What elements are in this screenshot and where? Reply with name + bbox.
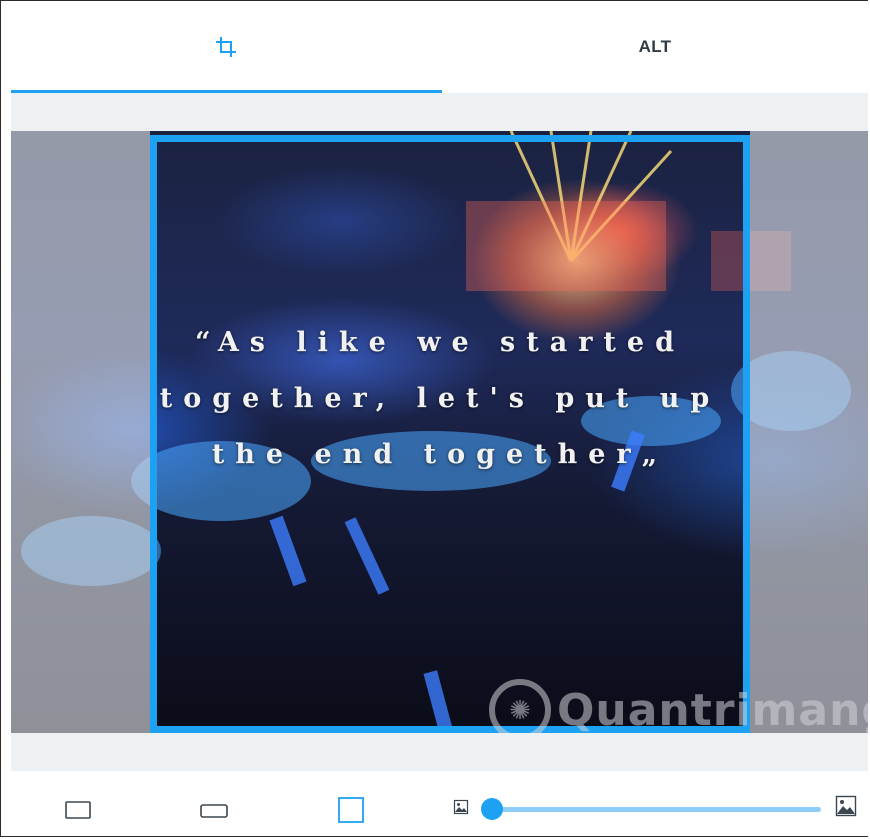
watermark: ✺ Quantrimang (489, 679, 868, 733)
stage-padding-top (11, 93, 868, 131)
crop-toolbar (1, 771, 868, 836)
zoom-slider-track[interactable] (491, 807, 821, 812)
image-large-icon (835, 795, 857, 817)
watermark-logo-icon: ✺ (489, 679, 551, 733)
aspect-original-button[interactable] (61, 793, 95, 827)
stage-padding-bottom (11, 733, 868, 771)
crop-icon (216, 37, 236, 57)
tab-bar: ALT (1, 1, 868, 93)
tab-alt[interactable]: ALT (441, 1, 868, 93)
aspect-square-icon (338, 797, 364, 823)
media-edit-dialog: ALT “As like we started together, let's … (0, 0, 868, 837)
tab-crop[interactable] (11, 1, 441, 93)
aspect-square-button[interactable] (334, 793, 368, 827)
crop-selection-box[interactable] (150, 135, 750, 733)
watermark-text: Quantrimang (557, 684, 868, 734)
crop-mask-left (11, 131, 150, 733)
crop-mask-right (750, 131, 868, 733)
zoom-slider-handle[interactable] (481, 798, 503, 820)
aspect-wide-icon (200, 804, 228, 818)
crop-stage[interactable]: “As like we started together, let's put … (11, 131, 868, 733)
tab-alt-label: ALT (638, 37, 672, 56)
aspect-original-icon (65, 801, 91, 819)
image-small-icon (453, 799, 469, 815)
aspect-wide-button[interactable] (197, 793, 231, 827)
